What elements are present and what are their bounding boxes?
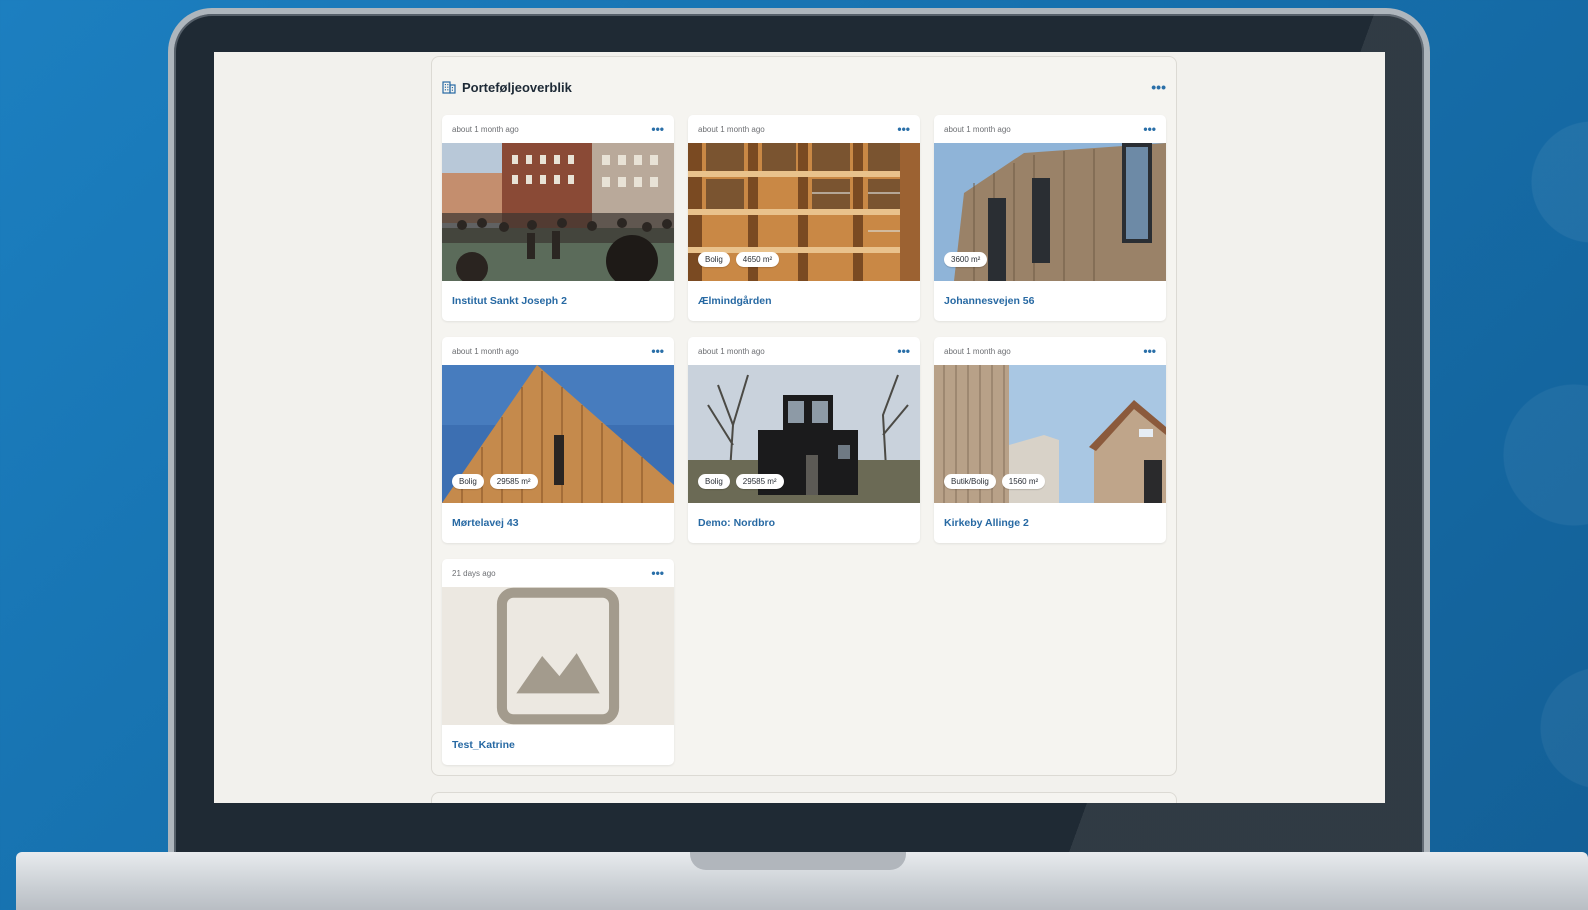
property-type-badge: Bolig	[452, 474, 484, 489]
card-date: about 1 month ago	[944, 124, 1011, 134]
background-decoration	[1448, 0, 1588, 910]
property-card[interactable]: about 1 month ago •••	[442, 115, 674, 321]
property-type-badge: Bolig	[698, 252, 730, 267]
property-name[interactable]: Mørtelavej 43	[442, 503, 674, 543]
building-icon	[442, 80, 456, 94]
property-image[interactable]: Bolig 29585 m²	[442, 365, 674, 503]
property-type-badge: Butik/Bolig	[944, 474, 996, 489]
card-menu-icon[interactable]: •••	[651, 123, 664, 135]
property-type-badge: Bolig	[698, 474, 730, 489]
property-area-badge: 1560 m²	[1001, 474, 1046, 489]
property-card[interactable]: about 1 month ago •••	[934, 337, 1166, 543]
property-tags: Bolig 29585 m²	[452, 474, 538, 489]
property-card[interactable]: 21 days ago ••• Test_Katrine	[442, 559, 674, 765]
card-date: about 1 month ago	[698, 346, 765, 356]
card-date: about 1 month ago	[698, 124, 765, 134]
property-image[interactable]: Bolig 4650 m²	[688, 143, 920, 281]
property-name[interactable]: Kirkeby Allinge 2	[934, 503, 1166, 543]
property-card[interactable]: about 1 month ago •••	[688, 115, 920, 321]
panel-menu-icon[interactable]: •••	[1151, 80, 1166, 94]
panel-header: Porteføljeoverblik •••	[442, 75, 1166, 99]
panel-title: Porteføljeoverblik	[462, 79, 572, 95]
card-header: about 1 month ago •••	[934, 337, 1166, 365]
portfolio-panel: Porteføljeoverblik ••• about 1 month ago…	[431, 56, 1177, 776]
schoolyard-crowd-photo	[442, 143, 674, 281]
property-image[interactable]: Butik/Bolig 1560 m²	[934, 365, 1166, 503]
card-menu-icon[interactable]: •••	[897, 345, 910, 357]
card-date: 21 days ago	[452, 568, 496, 578]
property-grid: about 1 month ago ••• Institut Sankt Jos…	[442, 115, 1166, 765]
card-menu-icon[interactable]: •••	[1143, 345, 1156, 357]
card-header: about 1 month ago •••	[688, 115, 920, 143]
property-tags: 3600 m²	[944, 252, 988, 267]
property-tags: Bolig 29585 m²	[698, 474, 784, 489]
property-area-badge: 3600 m²	[944, 252, 988, 267]
property-name[interactable]: Ælmindgården	[688, 281, 920, 321]
card-date: about 1 month ago	[452, 124, 519, 134]
property-area-badge: 29585 m²	[735, 474, 784, 489]
card-menu-icon[interactable]: •••	[897, 123, 910, 135]
property-name[interactable]: Institut Sankt Joseph 2	[442, 281, 674, 321]
card-menu-icon[interactable]: •••	[651, 567, 664, 579]
card-menu-icon[interactable]: •••	[651, 345, 664, 357]
property-name[interactable]: Johannesvejen 56	[934, 281, 1166, 321]
property-card[interactable]: about 1 month ago ••• Bolig 29585 m² Mør…	[442, 337, 674, 543]
card-header: about 1 month ago •••	[688, 337, 920, 365]
property-area-badge: 29585 m²	[489, 474, 538, 489]
card-header: about 1 month ago •••	[934, 115, 1166, 143]
card-menu-icon[interactable]: •••	[1143, 123, 1156, 135]
property-name[interactable]: Demo: Nordbro	[688, 503, 920, 543]
card-header: about 1 month ago •••	[442, 115, 674, 143]
card-header: 21 days ago •••	[442, 559, 674, 587]
property-name[interactable]: Test_Katrine	[442, 725, 674, 765]
property-image[interactable]: Bolig 29585 m²	[688, 365, 920, 503]
next-panel	[431, 792, 1177, 803]
property-image[interactable]	[442, 587, 674, 725]
app-screen: Porteføljeoverblik ••• about 1 month ago…	[214, 52, 1385, 803]
property-tags: Bolig 4650 m²	[698, 252, 780, 267]
card-header: about 1 month ago •••	[442, 337, 674, 365]
property-image[interactable]	[442, 143, 674, 281]
laptop-notch	[690, 852, 906, 870]
card-date: about 1 month ago	[452, 346, 519, 356]
property-tags: Butik/Bolig 1560 m²	[944, 474, 1046, 489]
property-card[interactable]: about 1 month ago •••	[934, 115, 1166, 321]
card-date: about 1 month ago	[944, 346, 1011, 356]
property-card[interactable]: about 1 month ago •••	[688, 337, 920, 543]
property-area-badge: 4650 m²	[735, 252, 780, 267]
property-image[interactable]: 3600 m²	[934, 143, 1166, 281]
image-placeholder-icon	[496, 587, 620, 725]
